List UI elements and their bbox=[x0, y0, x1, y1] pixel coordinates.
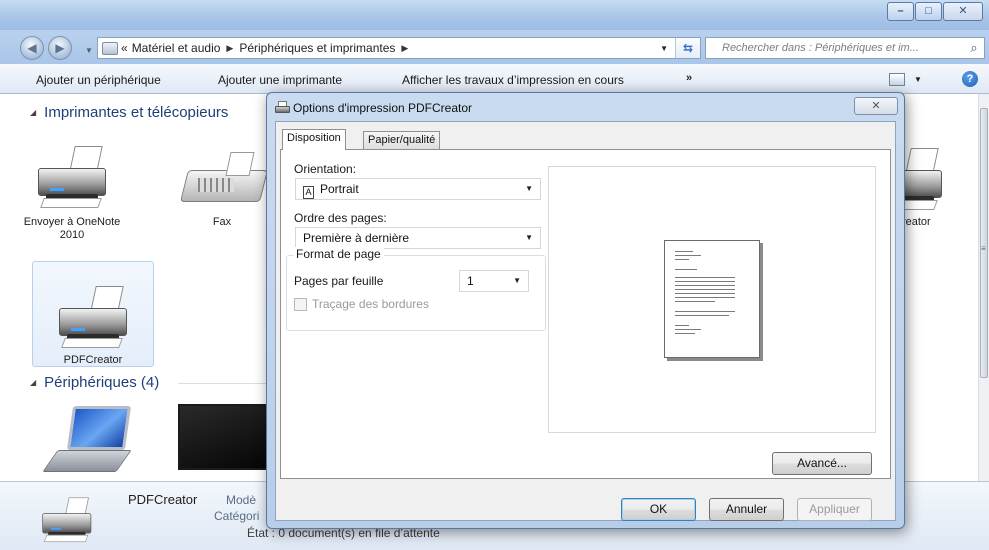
device-onenote[interactable]: Envoyer à OneNote 2010 bbox=[22, 144, 122, 242]
breadcrumb-hardware[interactable]: Matériel et audio bbox=[132, 41, 221, 55]
group-header-devices[interactable]: ◢ Périphériques (4) bbox=[30, 374, 159, 391]
orientation-value: Portrait bbox=[320, 182, 359, 196]
device-label: Envoyer à OneNote 2010 bbox=[23, 216, 121, 241]
dialog-body: Disposition Papier/qualité Orientation: … bbox=[275, 121, 896, 521]
scrollbar-grip-icon: ≡ bbox=[981, 244, 986, 253]
search-icon[interactable]: ⌕ bbox=[966, 40, 982, 56]
collapse-triangle-icon[interactable]: ◢ bbox=[30, 378, 36, 387]
laptop-icon bbox=[42, 404, 134, 482]
control-panel-icon bbox=[102, 41, 118, 55]
change-view-icon[interactable] bbox=[889, 73, 905, 86]
monitor-icon[interactable] bbox=[178, 404, 274, 480]
page-order-label: Ordre des pages: bbox=[294, 211, 387, 225]
page-order-value: Première à dernière bbox=[303, 231, 410, 245]
close-window-button[interactable]: ✕ bbox=[943, 2, 983, 21]
address-bar[interactable]: « Matériel et audio ▶ Périphériques et i… bbox=[97, 37, 701, 59]
printer-icon bbox=[275, 101, 290, 115]
breadcrumb-overflow[interactable]: « bbox=[121, 41, 128, 55]
tab-panel-disposition: Orientation: A Portrait ▼ Ordre des pages… bbox=[280, 149, 891, 479]
printer-icon bbox=[32, 144, 112, 212]
group-divider bbox=[178, 383, 266, 384]
vertical-scrollbar[interactable]: ≡ bbox=[978, 94, 989, 481]
command-bar: Ajouter un périphérique Ajouter une impr… bbox=[0, 64, 989, 94]
chevron-down-icon: ▼ bbox=[525, 184, 533, 193]
dialog-close-button[interactable]: ✕ bbox=[854, 97, 898, 115]
orientation-label: Orientation: bbox=[294, 162, 357, 176]
draw-borders-label: Traçage des bordures bbox=[312, 297, 429, 311]
breadcrumb-separator-icon[interactable]: ▶ bbox=[401, 43, 408, 54]
device-pdfcreator[interactable]: PDFCreator bbox=[32, 261, 154, 367]
address-dropdown-icon[interactable]: ▼ bbox=[660, 44, 668, 53]
apply-button[interactable]: Appliquer bbox=[797, 498, 872, 521]
breadcrumb-separator-icon[interactable]: ▶ bbox=[226, 43, 233, 54]
ok-button[interactable]: OK bbox=[621, 498, 696, 521]
dialog-title: Options d'impression PDFCreator bbox=[293, 101, 473, 115]
back-button[interactable]: ◀ bbox=[20, 36, 44, 60]
add-printer-button[interactable]: Ajouter une imprimante bbox=[218, 73, 342, 87]
scrollbar-thumb[interactable] bbox=[980, 108, 988, 378]
portrait-icon: A bbox=[303, 186, 314, 199]
printer-icon bbox=[38, 496, 96, 545]
refresh-icon[interactable]: ⇆ bbox=[675, 38, 700, 58]
device-pdfcreator-partial[interactable]: Creator 9) bbox=[874, 146, 972, 242]
layout-preview bbox=[548, 166, 876, 433]
group-title-devices: Périphériques (4) bbox=[44, 374, 160, 391]
search-placeholder: Rechercher dans : Périphériques et im... bbox=[722, 42, 919, 54]
fax-icon bbox=[180, 148, 270, 208]
help-icon[interactable]: ? bbox=[962, 71, 978, 87]
details-device-name: PDFCreator bbox=[128, 492, 198, 507]
details-model-label: Modè bbox=[226, 493, 257, 507]
tab-paper-quality[interactable]: Papier/qualité bbox=[363, 131, 441, 149]
device-laptop[interactable] bbox=[42, 404, 134, 482]
pages-per-sheet-label: Pages par feuille bbox=[294, 274, 384, 288]
pages-per-sheet-value: 1 bbox=[467, 274, 474, 288]
navigation-bar: ◀ ▶ ▼ « Matériel et audio ▶ Périphérique… bbox=[0, 30, 989, 64]
device-label: Fax bbox=[212, 216, 232, 228]
device-label: Creator bbox=[894, 216, 931, 228]
page-format-legend: Format de page bbox=[293, 247, 384, 261]
device-label: 9) bbox=[894, 229, 972, 242]
device-fax[interactable]: Fax bbox=[170, 148, 280, 229]
page-order-select[interactable]: Première à dernière ▼ bbox=[295, 227, 541, 249]
view-dropdown-icon[interactable]: ▼ bbox=[914, 75, 922, 84]
draw-borders-checkbox[interactable] bbox=[294, 298, 307, 311]
add-device-button[interactable]: Ajouter un périphérique bbox=[36, 73, 161, 87]
search-input[interactable]: Rechercher dans : Périphériques et im...… bbox=[705, 37, 985, 59]
advanced-button[interactable]: Avancé... bbox=[772, 452, 872, 475]
orientation-select[interactable]: A Portrait ▼ bbox=[295, 178, 541, 200]
maximize-button[interactable]: □ bbox=[915, 2, 942, 21]
recent-pages-icon[interactable]: ▼ bbox=[85, 46, 93, 55]
window-caption-buttons: – □ ✕ bbox=[886, 2, 983, 21]
tab-disposition[interactable]: Disposition bbox=[282, 129, 346, 150]
cancel-button[interactable]: Annuler bbox=[709, 498, 784, 521]
minimize-button[interactable]: – bbox=[887, 2, 914, 21]
group-header-printers[interactable]: ◢ Imprimantes et télécopieurs bbox=[30, 104, 228, 121]
chevron-down-icon: ▼ bbox=[525, 233, 533, 242]
chevron-down-icon: ▼ bbox=[513, 276, 521, 285]
collapse-triangle-icon[interactable]: ◢ bbox=[30, 108, 36, 117]
forward-button[interactable]: ▶ bbox=[48, 36, 72, 60]
print-options-dialog: Options d'impression PDFCreator ✕ Dispos… bbox=[266, 92, 905, 529]
group-title-printers: Imprimantes et télécopieurs bbox=[44, 104, 229, 121]
breadcrumb-devices-printers[interactable]: Périphériques et imprimantes bbox=[239, 41, 395, 55]
page-format-group: Format de page bbox=[286, 247, 546, 331]
more-commands-button[interactable]: » bbox=[686, 72, 692, 84]
pages-per-sheet-select[interactable]: 1 ▼ bbox=[459, 270, 529, 292]
page-preview-icon bbox=[664, 240, 760, 358]
window-titlebar: – □ ✕ bbox=[0, 0, 989, 30]
device-label: PDFCreator bbox=[63, 354, 123, 366]
printer-icon bbox=[53, 284, 133, 352]
details-category-label: Catégori bbox=[214, 509, 260, 523]
show-print-jobs-button[interactable]: Afficher les travaux d’impression en cou… bbox=[402, 73, 624, 87]
